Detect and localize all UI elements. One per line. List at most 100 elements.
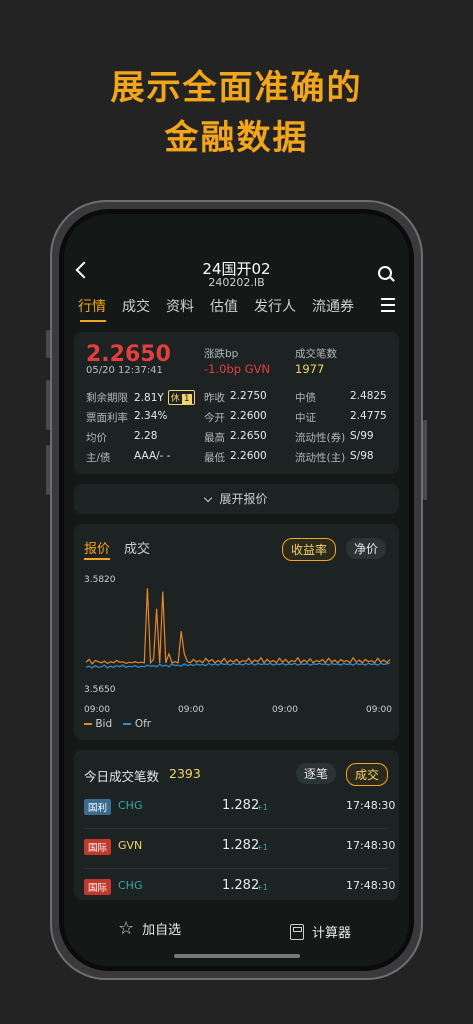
tab-market[interactable]: 行情	[78, 296, 106, 316]
broker-badge: 国际	[84, 879, 112, 895]
calculator-icon	[290, 923, 304, 940]
change-label: 涨跌bp	[204, 348, 239, 360]
chinabond-value: 2.4825	[350, 390, 387, 402]
trade-time: 17:48:30	[346, 799, 396, 812]
quote-line-chart: 3.5820 3.5650 09:00 09:00 09:00 09:00	[84, 575, 392, 715]
yield-pill[interactable]: 收益率	[282, 538, 337, 561]
app-screen: 24国开02 240202.IB 行情 成交 资料 估值 发行人 流通券 2.2…	[64, 214, 409, 966]
phone-side-button	[46, 380, 50, 430]
headline-line1: 展示全面准确的	[110, 68, 363, 108]
tab-underline	[80, 320, 106, 322]
liquidity-issuer-label: 流动性(主)	[295, 452, 346, 464]
legend-ofr: Ofr	[134, 718, 152, 730]
phone-side-button	[46, 330, 50, 358]
remaining-term-label: 剩余期限	[86, 392, 128, 404]
broker-badge: 国际	[84, 839, 112, 855]
tab-info[interactable]: 资料	[166, 296, 194, 316]
trade-price: 1.282	[222, 838, 260, 853]
coupon-value: 2.34%	[134, 410, 168, 422]
chinabond-label: 中债	[295, 392, 316, 404]
rating-label: 主/债	[86, 452, 111, 464]
x-tick: 09:00	[178, 705, 204, 715]
coupon-label: 票面利率	[86, 412, 128, 424]
trade-row[interactable]: 国利 CHG 1.282 +1 17:48:30	[84, 798, 395, 830]
high-value: 2.2650	[230, 430, 267, 442]
trade-plus: +1	[256, 843, 268, 852]
low-value: 2.2600	[230, 450, 267, 462]
tick-by-tick-pill[interactable]: 逐笔	[296, 763, 337, 784]
csi-label: 中证	[295, 412, 316, 424]
rating-value: AAA/- -	[134, 450, 171, 462]
tab-valuation[interactable]: 估值	[210, 296, 238, 316]
add-watchlist-button[interactable]: ☆ 加自选	[118, 918, 181, 939]
trade-price: 1.282	[222, 798, 260, 813]
trades-count: 2393	[169, 766, 201, 781]
clean-price-pill[interactable]: 净价	[346, 538, 387, 559]
tab-bar: 行情 成交 资料 估值 发行人 流通券	[78, 296, 370, 316]
star-plus-icon: ☆	[118, 918, 135, 939]
trades-card: 今日成交笔数 2393 逐笔 成交 国利 CHG 1.282 +1 17:48:…	[74, 750, 399, 900]
y-label-top: 3.5820	[84, 575, 116, 585]
avg-label: 均价	[86, 432, 107, 444]
trades-title: 今日成交笔数	[84, 769, 160, 784]
liquidity-issuer-value: S/98	[350, 450, 374, 462]
price-time: 05/20 12:37:41	[86, 365, 163, 376]
trade-plus: +1	[256, 883, 268, 892]
csi-value: 2.4775	[350, 410, 387, 422]
y-label-bottom: 3.5650	[84, 685, 116, 695]
liquidity-bond-value: S/99	[350, 430, 374, 442]
series-line-bid	[85, 588, 391, 665]
bond-code: 240202.IB	[208, 276, 265, 289]
calculator-label: 计算器	[312, 926, 352, 941]
trade-row[interactable]: 国际 GVN 1.282 +1 17:48:30	[84, 838, 395, 870]
legend-ofr-swatch	[123, 723, 132, 725]
tab-issuer[interactable]: 发行人	[254, 296, 296, 316]
rest-tag: 休1	[167, 390, 195, 405]
trade-row[interactable]: 国际 CHG 1.282 +1 17:48:30	[84, 878, 395, 900]
chart-tab-underline	[84, 558, 110, 560]
open-label: 今开	[204, 412, 225, 424]
phone-side-button	[46, 445, 50, 495]
chart-tab-quote[interactable]: 报价	[84, 538, 110, 557]
menu-icon[interactable]	[381, 298, 395, 316]
headline-line2: 金融数据	[164, 118, 309, 158]
tab-deals[interactable]: 成交	[122, 296, 150, 316]
deals-pill[interactable]: 成交	[346, 763, 389, 786]
chart-tab-deals[interactable]: 成交	[124, 538, 150, 557]
phone-power-button	[423, 420, 427, 500]
x-tick: 09:00	[366, 705, 392, 715]
deals-value: 1977	[295, 362, 325, 376]
chevron-down-icon	[204, 493, 213, 503]
liquidity-bond-label: 流动性(券)	[295, 432, 346, 444]
tab-circulating[interactable]: 流通券	[312, 296, 354, 316]
deals-label: 成交笔数	[295, 348, 337, 360]
broker-badge: 国利	[84, 799, 112, 815]
remaining-term-value: 2.81Y 休 1	[134, 390, 195, 405]
trade-type: GVN	[118, 839, 143, 852]
trade-type: CHG	[118, 879, 143, 892]
trade-time: 17:48:30	[346, 879, 396, 892]
add-watchlist-label: 加自选	[142, 923, 182, 938]
trade-time: 17:48:30	[346, 839, 396, 852]
calculator-button[interactable]: 计算器	[290, 922, 351, 941]
high-label: 最高	[204, 432, 225, 444]
trade-type: CHG	[118, 799, 143, 812]
expand-label: 展开报价	[219, 492, 268, 506]
x-tick: 09:00	[84, 705, 110, 715]
avg-value: 2.28	[134, 430, 158, 442]
change-value: -1.0bp GVN	[204, 362, 271, 376]
chart-legend: Bid Ofr	[84, 718, 151, 730]
series-line-ofr	[85, 662, 391, 669]
last-price: 2.2650	[86, 342, 171, 367]
trade-price: 1.282	[222, 878, 260, 893]
open-value: 2.2600	[230, 410, 267, 422]
low-label: 最低	[204, 452, 225, 464]
expand-quotes-button[interactable]: 展开报价	[74, 484, 399, 514]
legend-bid-swatch	[84, 723, 92, 725]
prev-close-label: 昨收	[204, 392, 225, 404]
x-tick: 09:00	[272, 705, 298, 715]
search-icon[interactable]	[378, 266, 392, 280]
home-indicator	[174, 954, 300, 958]
legend-bid: Bid	[95, 718, 113, 730]
prev-close-value: 2.2750	[230, 390, 267, 402]
